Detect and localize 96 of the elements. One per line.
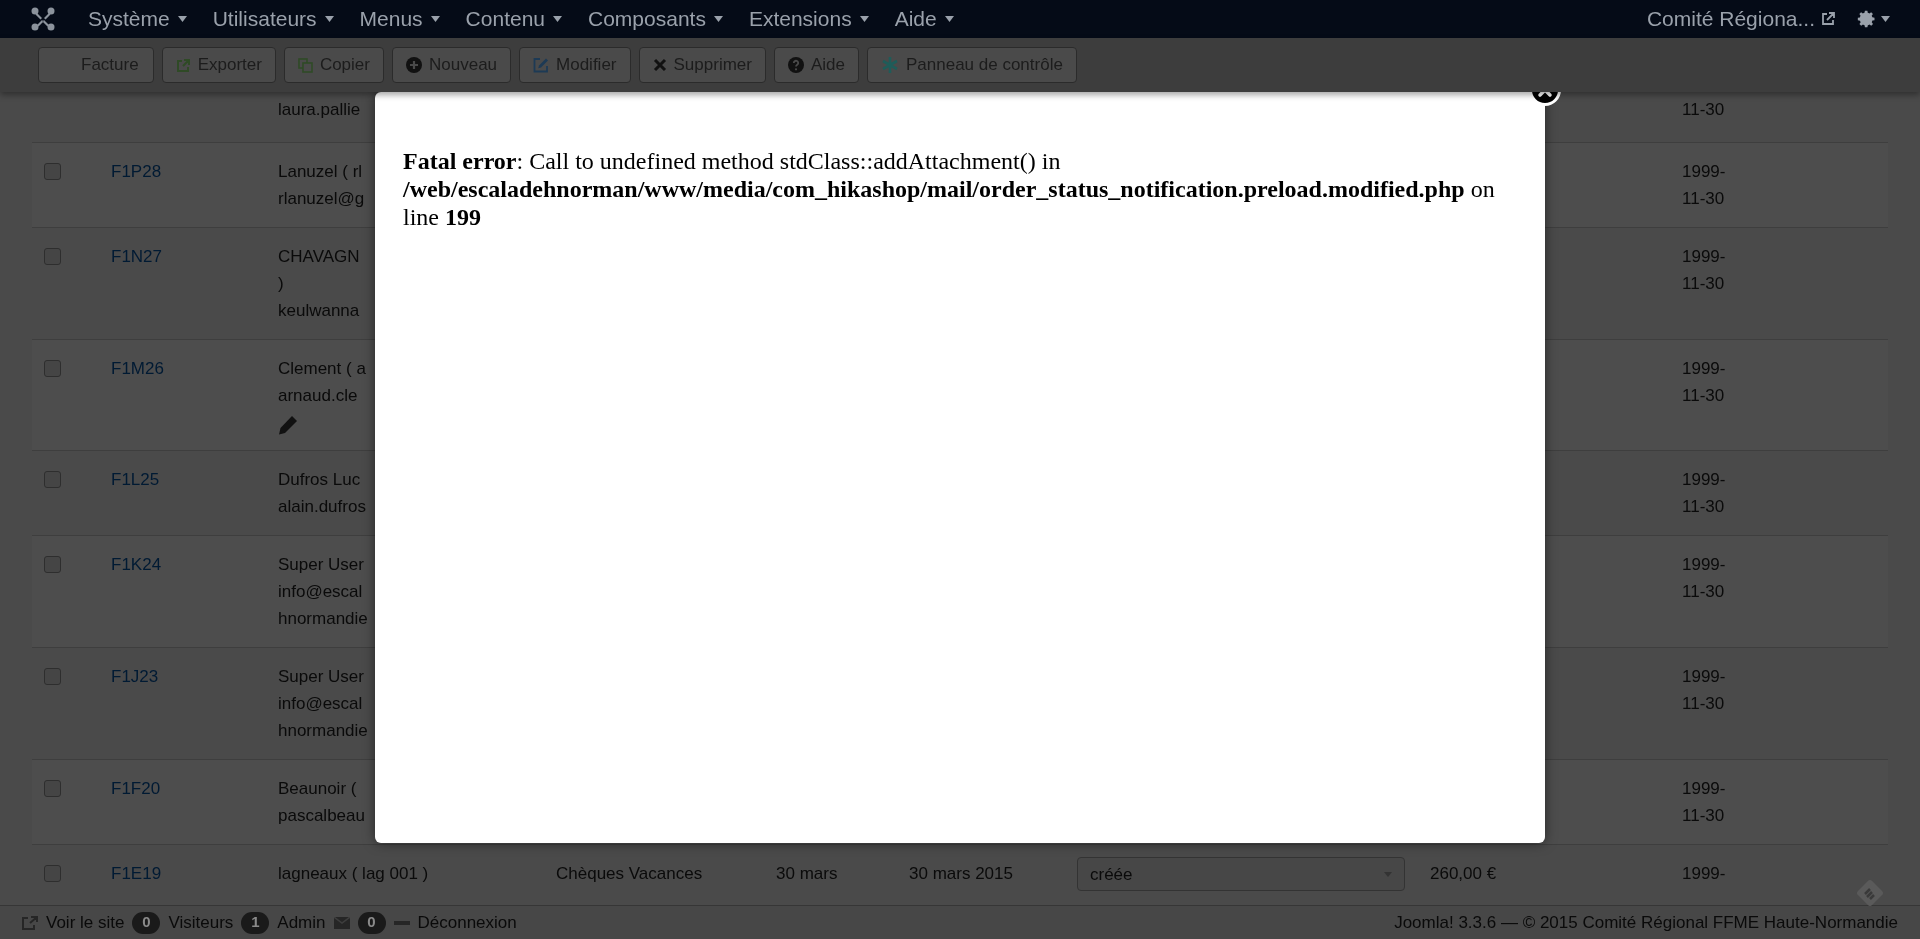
date-text: 11-30 (1682, 188, 1725, 210)
date-text: 11-30 (1682, 581, 1725, 603)
date-text: 11-30 (1682, 496, 1725, 518)
view-site-link[interactable]: Voir le site (46, 909, 125, 936)
help-icon (787, 57, 804, 73)
caret-icon (553, 16, 562, 22)
caret-icon (1881, 16, 1890, 22)
invoice-link[interactable]: F1K24 (111, 555, 162, 574)
row-checkbox[interactable] (44, 471, 61, 488)
nav-menu[interactable]: Composants (588, 3, 723, 35)
caret-icon (859, 16, 869, 22)
plus-circle-icon (406, 57, 422, 73)
invoice-link[interactable]: F1M26 (111, 359, 164, 378)
copyright-text: Joomla! 3.3.6 — © 2015 Comité Régional FFME Haute-Normandie (1394, 911, 1898, 934)
date-text: 11-30 (1682, 385, 1725, 407)
delete-icon (652, 58, 667, 72)
amount-text: 260,00 € (1430, 864, 1497, 883)
error-message: Fatal error: Call to undefined method stdClass::addAttachment() in /web/escaladehnorman/www/media/com_hikashop/mail/order_status_notification.preload.modified.php on line 199 (403, 147, 1496, 231)
logo-icon[interactable] (30, 6, 56, 32)
external-link-icon (22, 915, 38, 930)
invoice-link[interactable]: F1L25 (111, 470, 160, 489)
nav-menu[interactable]: Menus (359, 3, 440, 35)
date-text: 1999- (1682, 246, 1726, 268)
external-link-icon (1821, 12, 1835, 26)
customer-text: pascalbeau (278, 805, 365, 827)
customer-text: Super User (278, 554, 364, 576)
minus-icon (393, 920, 410, 925)
caret-icon (324, 16, 334, 22)
date-text: 11-30 (1682, 805, 1725, 827)
logout-link[interactable]: Déconnexion (417, 909, 517, 936)
customer-text: hnormandie (278, 720, 368, 742)
invoice-link[interactable]: F1J23 (111, 667, 159, 686)
count-badge: 0 (357, 911, 386, 934)
payment-method-text: Chèques Vacances (556, 864, 703, 883)
customer-text: hnormandie (278, 608, 368, 630)
date-text: 11-30 (1682, 273, 1725, 295)
invoice-link[interactable]: F1P28 (111, 162, 162, 181)
invoice-link[interactable]: F1F20 (111, 779, 161, 798)
date-text: 1999- (1682, 358, 1726, 380)
edit-icon (533, 57, 550, 73)
envelope-icon (333, 916, 350, 929)
copy-icon (297, 57, 313, 73)
status-dropdown[interactable]: créée (1077, 857, 1405, 891)
date-text: 1999- (1682, 161, 1726, 183)
customer-text: rlanuzel@g (278, 188, 365, 210)
asterisk-icon (880, 56, 899, 74)
status-label: Admin (277, 911, 326, 934)
date-text: 1999- (1682, 778, 1726, 800)
invoice-link[interactable]: F1E19 (111, 864, 162, 883)
caret-icon (944, 16, 954, 22)
site-link[interactable]: Comité Régiona... (1646, 3, 1835, 35)
caret-icon (713, 16, 723, 22)
date-text: 1999- (1682, 469, 1726, 491)
customer-text: lagneaux ( lag 001 ) (278, 863, 429, 885)
customer-text: info@escal (278, 693, 363, 715)
date-text: 1999- (1682, 666, 1726, 688)
customer-text: ) (278, 273, 284, 295)
customer-text: info@escal (278, 581, 363, 603)
row-checkbox[interactable] (44, 556, 61, 573)
caret-icon (177, 16, 187, 22)
caret-icon (430, 16, 440, 22)
customer-text: Beaunoir ( (278, 778, 357, 800)
count-badge: 1 (241, 911, 270, 934)
customer-text: CHAVAGN (278, 246, 360, 268)
status-label: Visiteurs (168, 911, 234, 934)
row-checkbox[interactable] (44, 360, 61, 377)
customer-text: laura.pallie (278, 99, 361, 121)
nav-menu[interactable]: Système (88, 3, 187, 35)
nav-menu[interactable]: Utilisateurs (212, 3, 334, 35)
customer-text: Super User (278, 666, 364, 688)
row-checkbox[interactable] (44, 780, 61, 797)
customer-text: arnaud.cle (278, 385, 358, 407)
date-text: 11-30 (1682, 99, 1725, 121)
date-text: 1999- (1682, 554, 1726, 576)
date-text: 11-30 (1682, 693, 1725, 715)
date-text: 1999- (1682, 863, 1726, 885)
customer-text: Lanuzel ( rl (278, 161, 363, 183)
date-text: 30 mars (776, 864, 838, 883)
count-badge: 0 (132, 911, 161, 934)
row-checkbox[interactable] (44, 163, 61, 180)
nav-menu[interactable]: Extensions (748, 3, 869, 35)
row-checkbox[interactable] (44, 865, 61, 882)
settings-menu[interactable] (1857, 9, 1890, 29)
pencil-icon[interactable] (278, 415, 298, 435)
invoice-link[interactable]: F1N27 (111, 247, 163, 266)
row-checkbox[interactable] (44, 248, 61, 265)
customer-text: keulwanna (278, 300, 360, 322)
nav-menu[interactable]: Aide (894, 3, 954, 35)
customer-text: Dufros Luc (278, 469, 361, 491)
export-icon (175, 57, 191, 73)
date-text: 30 mars 2015 (909, 864, 1013, 883)
row-checkbox[interactable] (44, 668, 61, 685)
customer-text: alain.dufros (278, 496, 366, 518)
settings-icon (1857, 9, 1877, 29)
customer-text: Clement ( a (278, 358, 366, 380)
nav-menu[interactable]: Contenu (465, 3, 562, 35)
